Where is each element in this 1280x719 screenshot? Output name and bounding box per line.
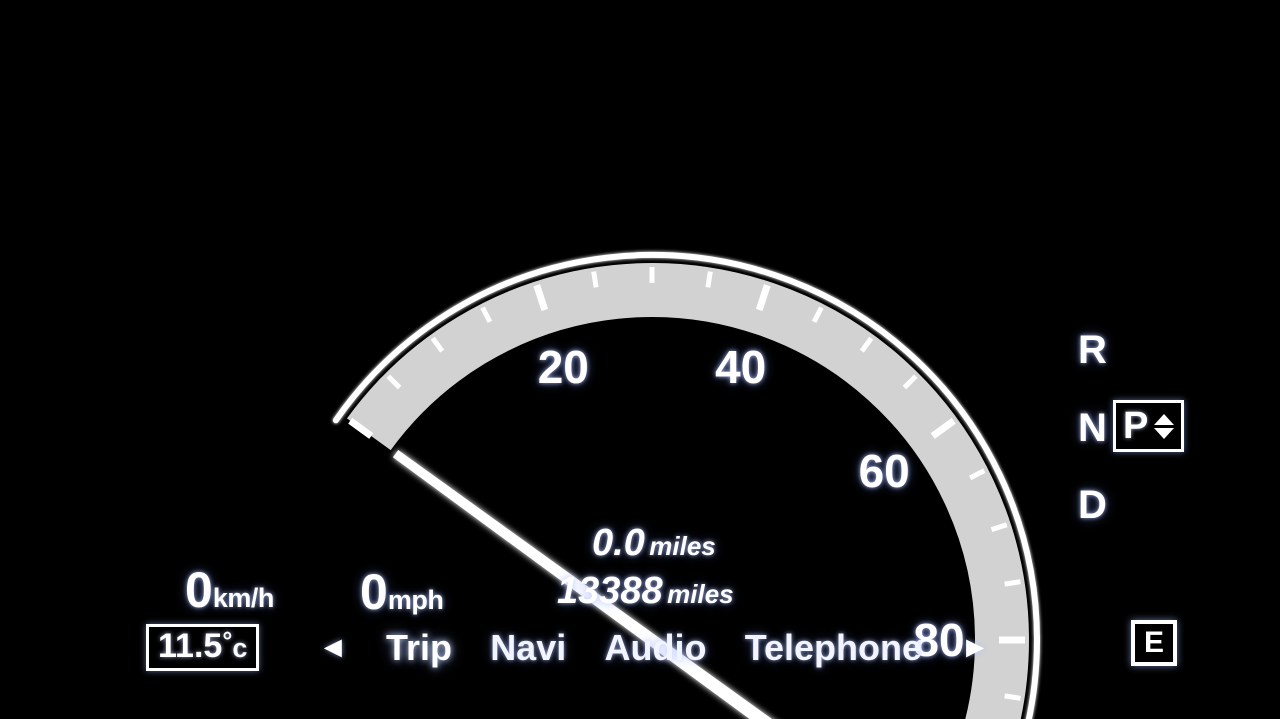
speed-kmh-unit: km/h [212, 583, 275, 613]
odometer-unit: miles [667, 579, 734, 609]
outside-temperature-readout: 11.5°c [158, 627, 248, 665]
eco-indicator-box: E [1131, 620, 1177, 666]
gear-up-arrow-icon [1154, 413, 1175, 425]
odometer-value: 13388 [557, 570, 663, 612]
selected-gear-box: P [1113, 400, 1185, 452]
speed-kmh-value: 0 [185, 562, 213, 618]
menu-item-navi[interactable]: Navi [490, 630, 566, 666]
gear-position-n: N [1078, 405, 1107, 450]
eco-indicator-letter: E [1143, 626, 1164, 659]
gear-down-arrow-icon [1154, 427, 1175, 439]
gauge-label-20: 20 [537, 341, 589, 393]
gear-position-d: D [1078, 483, 1107, 527]
trip-meter-value: 0.0 [592, 522, 645, 564]
temperature-unit: c [232, 633, 248, 663]
menu-item-trip[interactable]: Trip [386, 630, 452, 666]
bottom-menu-bar[interactable]: ◄ Trip Navi Audio Telephone ► [318, 620, 990, 676]
gauge-label-40: 40 [715, 341, 767, 393]
trip-meter-row: 0.0 miles [592, 524, 716, 562]
gear-updown-arrows-icon [1154, 413, 1175, 439]
instrument-cluster: 20406080100120140160 0km/h 0mph 0.0 mile… [0, 0, 1280, 719]
menu-next-arrow-icon[interactable]: ► [960, 633, 990, 663]
gauge-minor-tick [1004, 579, 1021, 587]
gauge-minor-tick [1004, 693, 1021, 701]
gauge-label-60: 60 [858, 445, 910, 498]
gear-position-r: R [1078, 328, 1107, 372]
menu-item-audio[interactable]: Audio [604, 630, 706, 666]
temperature-value: 11.5 [158, 627, 223, 665]
trip-meter-unit: miles [649, 531, 716, 561]
selected-gear-letter: P [1123, 405, 1149, 447]
degree-symbol: ° [222, 627, 233, 655]
gauge-minor-tick [705, 271, 713, 288]
gauge-minor-tick [591, 271, 599, 288]
outside-temperature-box: 11.5°c [146, 624, 260, 671]
speed-mph-value: 0 [360, 564, 388, 620]
speed-kmh-readout: 0km/h [185, 565, 274, 615]
menu-item-telephone[interactable]: Telephone [745, 630, 922, 666]
speed-mph-readout: 0mph [360, 564, 444, 620]
gear-position-list: R N D [1070, 330, 1115, 525]
menu-prev-arrow-icon[interactable]: ◄ [318, 633, 348, 663]
speed-mph-unit: mph [387, 585, 444, 615]
odometer-row: 13388 miles [557, 572, 734, 610]
